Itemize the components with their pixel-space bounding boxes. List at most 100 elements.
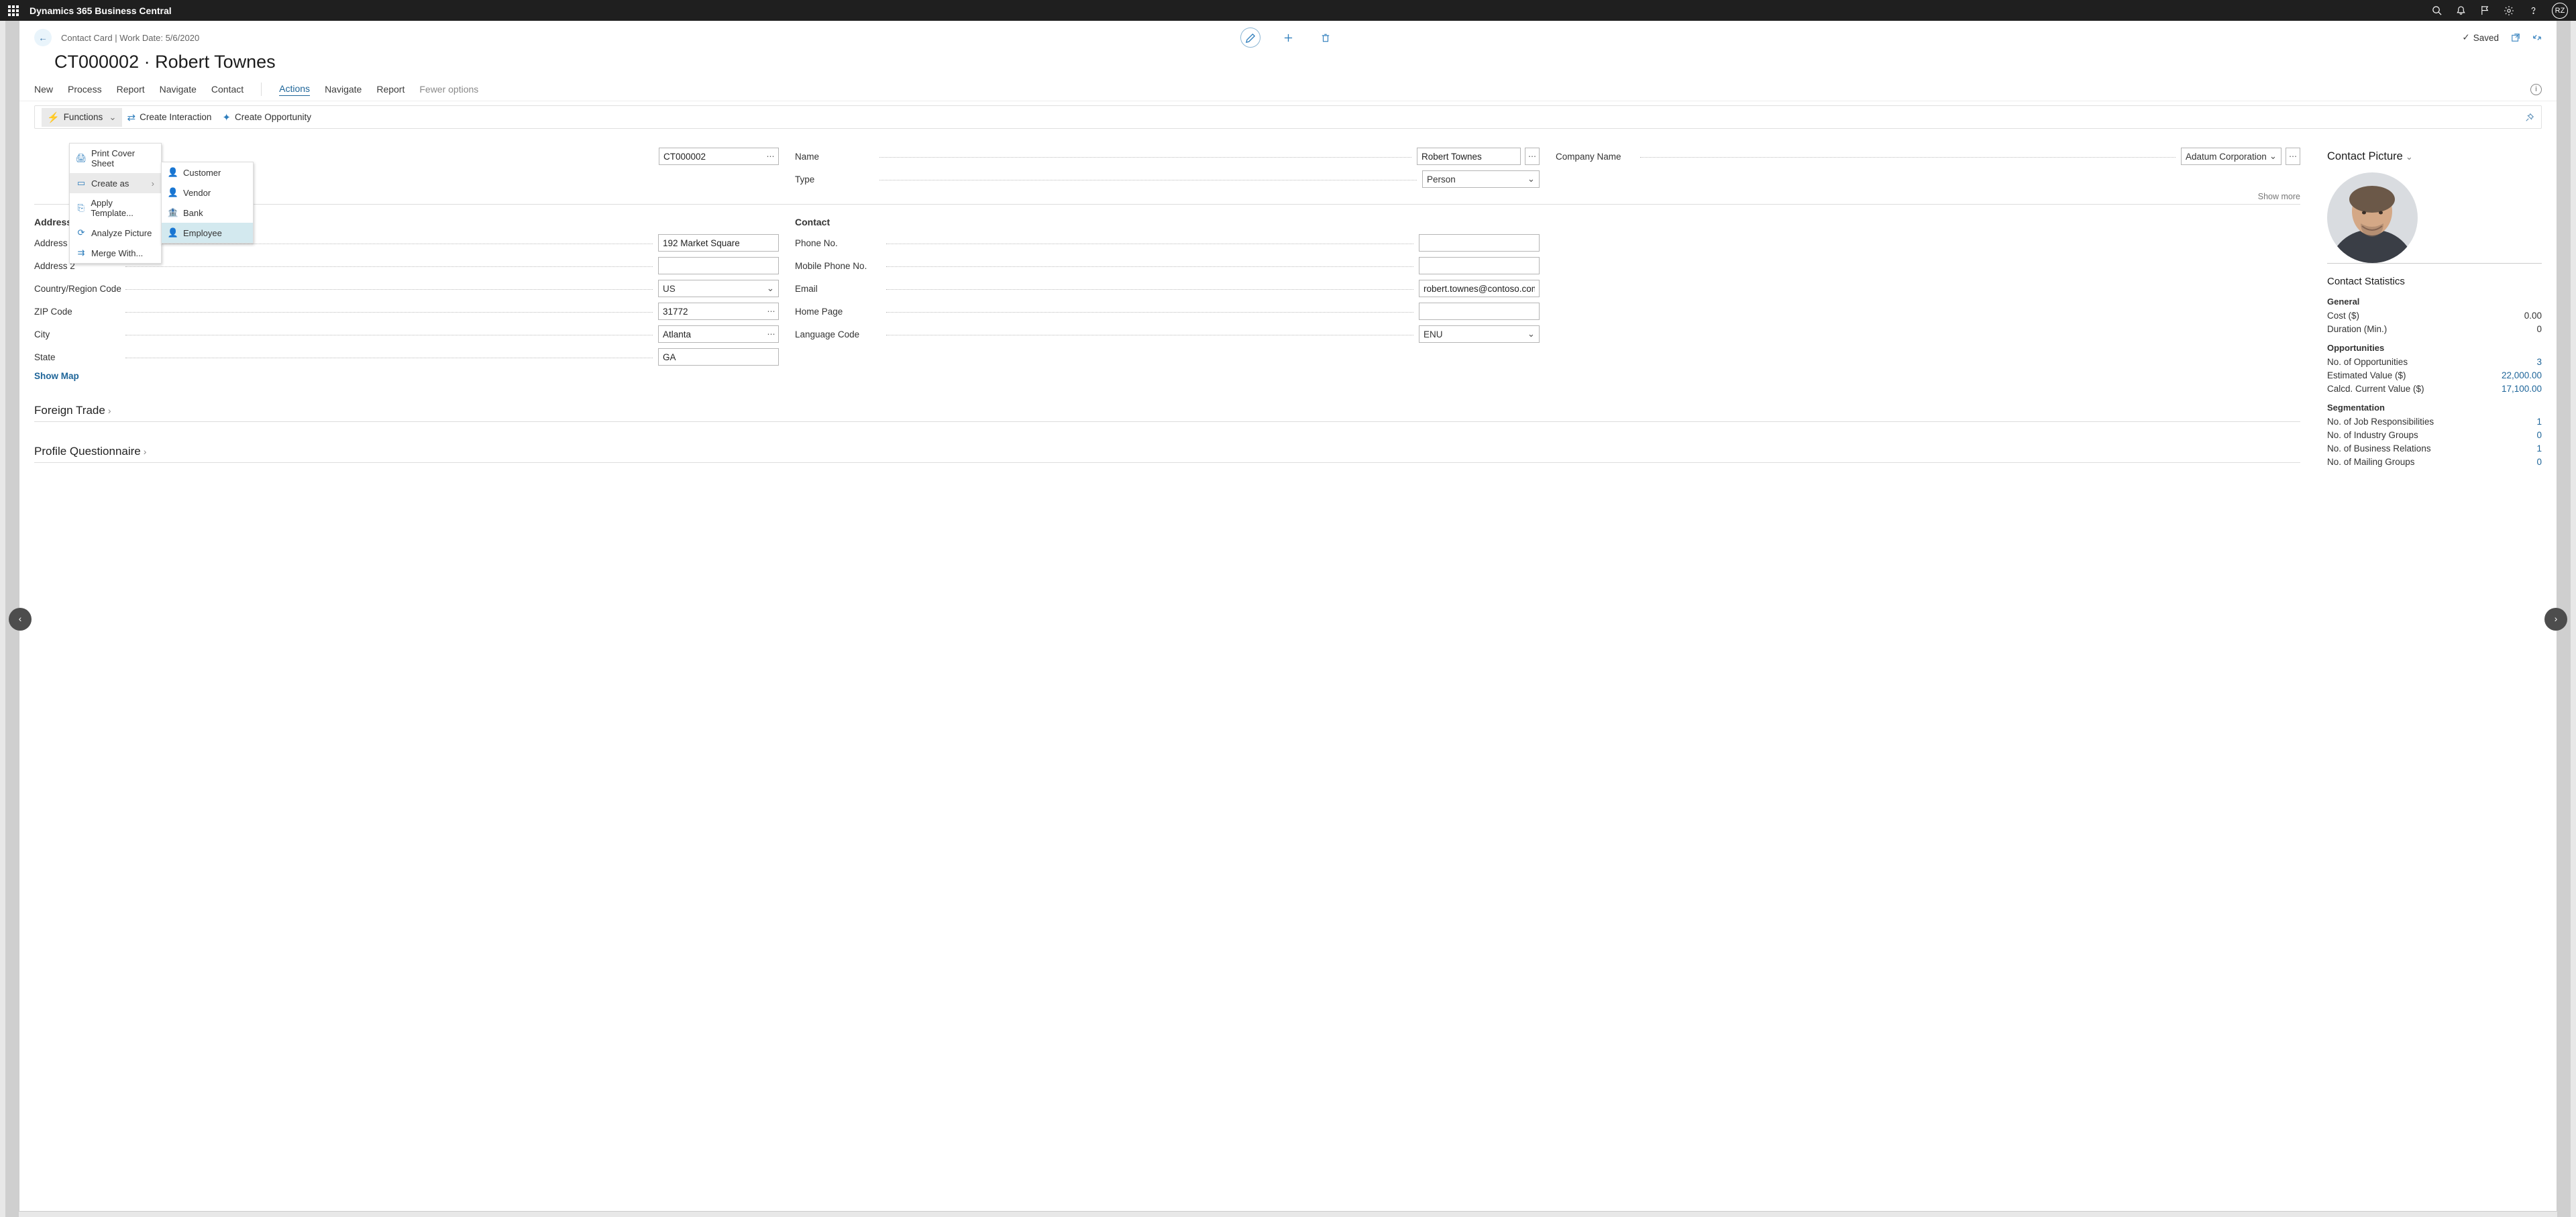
mail-grp-value[interactable]: 0: [2536, 456, 2542, 469]
dots: [886, 307, 1413, 313]
bus-rel-value[interactable]: 1: [2536, 442, 2542, 456]
contact-picture-heading[interactable]: Contact Picture⌄: [2327, 150, 2542, 163]
dots: [125, 353, 653, 358]
no-field[interactable]: [659, 148, 763, 165]
menu-employee[interactable]: 👤Employee: [162, 223, 253, 243]
show-map-link[interactable]: Show Map: [34, 371, 779, 381]
mobile-field[interactable]: [1419, 257, 1540, 274]
cmd-contact[interactable]: Contact: [211, 84, 244, 95]
homepage-label: Home Page: [795, 307, 882, 317]
merge-icon: ⇉: [76, 248, 86, 258]
info-icon[interactable]: i: [2530, 84, 2542, 95]
menu-analyze-picture[interactable]: ⟳Analyze Picture: [70, 223, 161, 243]
ribbon-create-opportunity[interactable]: ✦Create Opportunity: [217, 108, 317, 127]
zip-field[interactable]: [658, 303, 764, 320]
cmd-new[interactable]: New: [34, 84, 53, 95]
cmd-fewer-options[interactable]: Fewer options: [419, 84, 478, 95]
menu-print-cover-sheet[interactable]: 🖨Print Cover Sheet: [70, 144, 161, 173]
dots: [886, 330, 1413, 335]
cmd-actions[interactable]: Actions: [279, 83, 310, 96]
top-bar: Dynamics 365 Business Central RZ: [0, 0, 2576, 21]
company-dropdown[interactable]: Adatum Corporation⌄: [2181, 148, 2282, 165]
chevron-down-icon: ⌄: [2406, 152, 2413, 162]
menu-merge-with[interactable]: ⇉Merge With...: [70, 243, 161, 263]
menu-create-as[interactable]: ▭Create as›: [70, 173, 161, 193]
gear-icon[interactable]: [2504, 5, 2514, 16]
ind-grp-value[interactable]: 0: [2536, 429, 2542, 442]
cmd-navigate2[interactable]: Navigate: [325, 84, 362, 95]
separator: [261, 83, 262, 96]
back-button[interactable]: ←: [34, 29, 52, 46]
zip-lookup-button[interactable]: ⋯: [764, 303, 779, 320]
help-icon[interactable]: [2528, 5, 2538, 16]
prev-record-button[interactable]: ‹: [9, 608, 32, 631]
type-dropdown[interactable]: Person ⌄: [1422, 170, 1540, 188]
email-field[interactable]: [1419, 280, 1540, 297]
no-opp-value[interactable]: 3: [2536, 356, 2542, 369]
email-label: Email: [795, 284, 882, 294]
cmd-report2[interactable]: Report: [376, 84, 405, 95]
company-ellipsis-button[interactable]: ⋯: [2286, 148, 2300, 165]
state-field[interactable]: [658, 348, 779, 366]
foreign-trade-section[interactable]: Foreign Trade›: [34, 404, 2300, 422]
est-val-value[interactable]: 22,000.00: [2502, 369, 2542, 382]
name-ellipsis-button[interactable]: ⋯: [1525, 148, 1540, 165]
show-more-link[interactable]: Show more: [34, 192, 2300, 201]
ribbon-create-interaction[interactable]: ⇄Create Interaction: [122, 108, 217, 127]
foreign-trade-label: Foreign Trade: [34, 404, 105, 417]
edit-button[interactable]: [1240, 28, 1260, 48]
search-icon[interactable]: [2431, 5, 2442, 16]
job-resp-label: No. of Job Responsibilities: [2327, 415, 2434, 429]
address2-field[interactable]: [658, 257, 779, 274]
flag-icon[interactable]: [2479, 5, 2490, 16]
profile-questionnaire-label: Profile Questionnaire: [34, 445, 141, 458]
menu-bank[interactable]: 🏦Bank: [162, 203, 253, 223]
bell-icon[interactable]: [2455, 5, 2466, 16]
name-field[interactable]: [1417, 148, 1521, 165]
divider: [2327, 263, 2542, 264]
collapse-icon[interactable]: [2532, 33, 2542, 42]
chevron-down-icon: ⌄: [109, 112, 116, 123]
ribbon-functions-label: Functions: [64, 112, 103, 122]
cost-label: Cost ($): [2327, 309, 2359, 323]
country-dropdown[interactable]: US⌄: [658, 280, 779, 297]
cmd-navigate[interactable]: Navigate: [160, 84, 197, 95]
job-resp-value[interactable]: 1: [2536, 415, 2542, 429]
chevron-right-icon: ›: [108, 405, 111, 416]
menu-analyze-picture-label: Analyze Picture: [91, 228, 152, 238]
popout-icon[interactable]: [2511, 33, 2520, 42]
menu-vendor[interactable]: 👤Vendor: [162, 182, 253, 203]
mobile-label: Mobile Phone No.: [795, 261, 882, 271]
phone-field[interactable]: [1419, 234, 1540, 252]
breadcrumb: Contact Card | Work Date: 5/6/2020: [61, 33, 199, 43]
cmd-report[interactable]: Report: [117, 84, 145, 95]
menu-customer[interactable]: 👤Customer: [162, 162, 253, 182]
chevron-right-icon: ›: [144, 446, 147, 457]
create-as-submenu: 👤Customer 👤Vendor 🏦Bank 👤Employee: [161, 162, 254, 244]
homepage-field[interactable]: [1419, 303, 1540, 320]
user-avatar[interactable]: RZ: [2552, 3, 2568, 19]
cur-val-value[interactable]: 17,100.00: [2502, 382, 2542, 396]
template-icon: ⎘: [76, 203, 85, 213]
delete-button[interactable]: [1316, 28, 1336, 48]
new-button[interactable]: [1278, 28, 1298, 48]
company-label: Company Name: [1556, 152, 1636, 162]
state-label: State: [34, 352, 121, 362]
no-ellipsis-button[interactable]: ⋯: [763, 148, 779, 165]
pin-icon[interactable]: [2525, 113, 2534, 122]
chevron-down-icon: ⌄: [1527, 174, 1535, 184]
next-record-button[interactable]: ›: [2544, 608, 2567, 631]
ribbon-functions[interactable]: ⚡Functions⌄: [42, 108, 122, 127]
cur-val-label: Calcd. Current Value ($): [2327, 382, 2424, 396]
city-lookup-button[interactable]: ⋯: [764, 325, 779, 343]
card-icon: ▭: [76, 178, 86, 189]
type-value: Person: [1427, 174, 1456, 184]
dots: [125, 284, 653, 290]
address-field[interactable]: [658, 234, 779, 252]
app-launcher-icon[interactable]: [8, 5, 19, 16]
profile-questionnaire-section[interactable]: Profile Questionnaire›: [34, 445, 2300, 463]
language-dropdown[interactable]: ENU⌄: [1419, 325, 1540, 343]
cmd-process[interactable]: Process: [68, 84, 102, 95]
menu-apply-template[interactable]: ⎘Apply Template...: [70, 193, 161, 223]
city-field[interactable]: [658, 325, 764, 343]
